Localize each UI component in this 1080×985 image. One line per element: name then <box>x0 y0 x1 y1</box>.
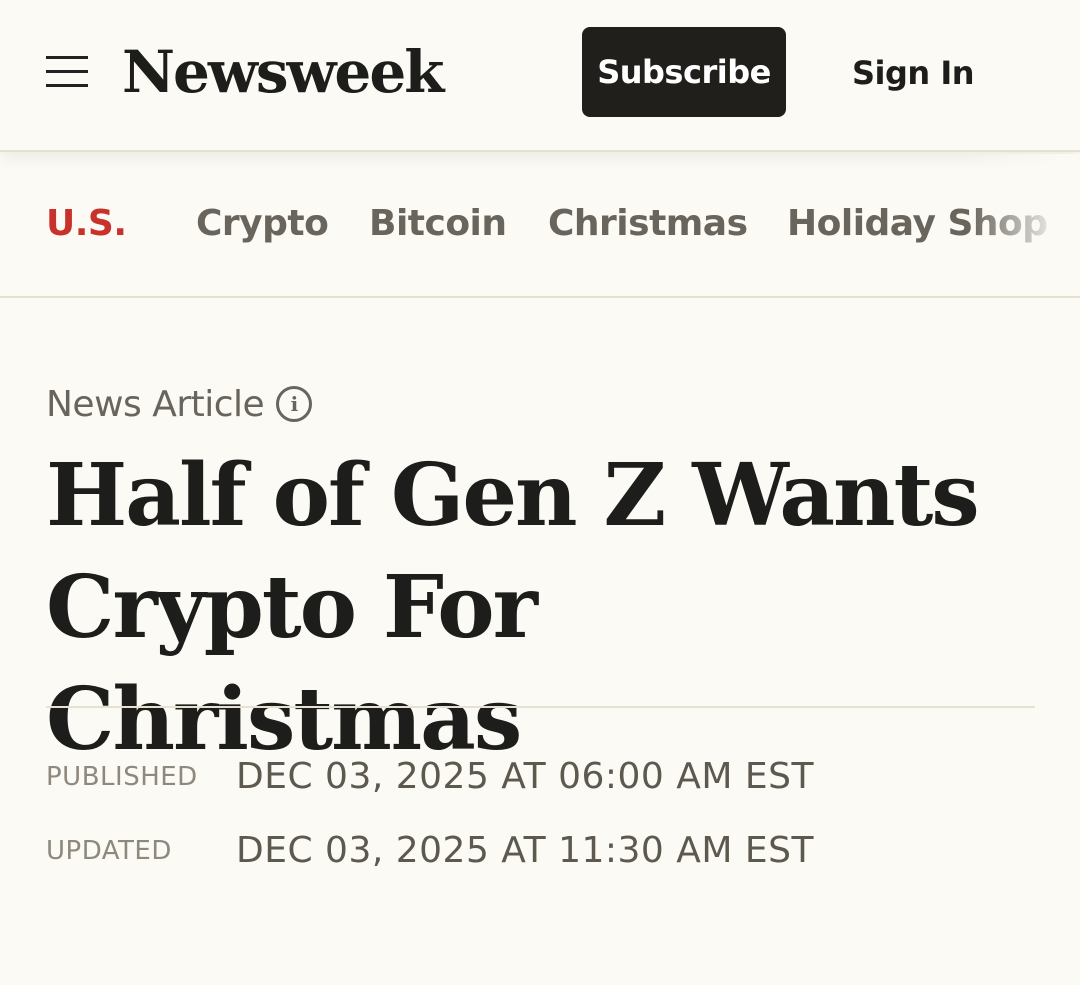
hamburger-menu-icon[interactable] <box>46 56 90 90</box>
headline-line-1: Half of Gen Z Wants <box>46 445 980 546</box>
nav-item-holiday-shop[interactable]: Holiday Shop <box>787 198 1048 250</box>
site-header: Newsweek Subscribe Sign In <box>0 0 1080 152</box>
subscribe-button[interactable]: Subscribe <box>582 27 786 117</box>
updated-row: UPDATED DEC 03, 2025 AT 11:30 AM EST <box>46 830 1036 878</box>
nav-item-bitcoin[interactable]: Bitcoin <box>369 198 507 250</box>
newsweek-logo[interactable]: Newsweek <box>122 32 444 112</box>
published-date: DEC 03, 2025 AT 06:00 AM EST <box>236 756 814 797</box>
article-headline: Half of Gen Z Wants Crypto For Christmas <box>46 440 1036 776</box>
article-kicker: News Article i <box>46 378 313 430</box>
updated-date: DEC 03, 2025 AT 11:30 AM EST <box>236 830 814 871</box>
nav-item-christmas[interactable]: Christmas <box>548 198 748 250</box>
headline-line-2: Crypto For Christmas <box>46 557 538 770</box>
headline-divider <box>46 706 1035 708</box>
sign-in-link[interactable]: Sign In <box>852 46 975 100</box>
published-row: PUBLISHED DEC 03, 2025 AT 06:00 AM EST <box>46 756 1036 804</box>
article-type-label: News Article <box>46 383 265 425</box>
section-nav: U.S. Crypto Bitcoin Christmas Holiday Sh… <box>0 154 1080 298</box>
updated-label: UPDATED <box>46 836 172 866</box>
nav-item-us[interactable]: U.S. <box>46 198 127 250</box>
published-label: PUBLISHED <box>46 762 198 792</box>
info-icon[interactable]: i <box>276 386 313 422</box>
nav-item-crypto[interactable]: Crypto <box>196 198 329 250</box>
